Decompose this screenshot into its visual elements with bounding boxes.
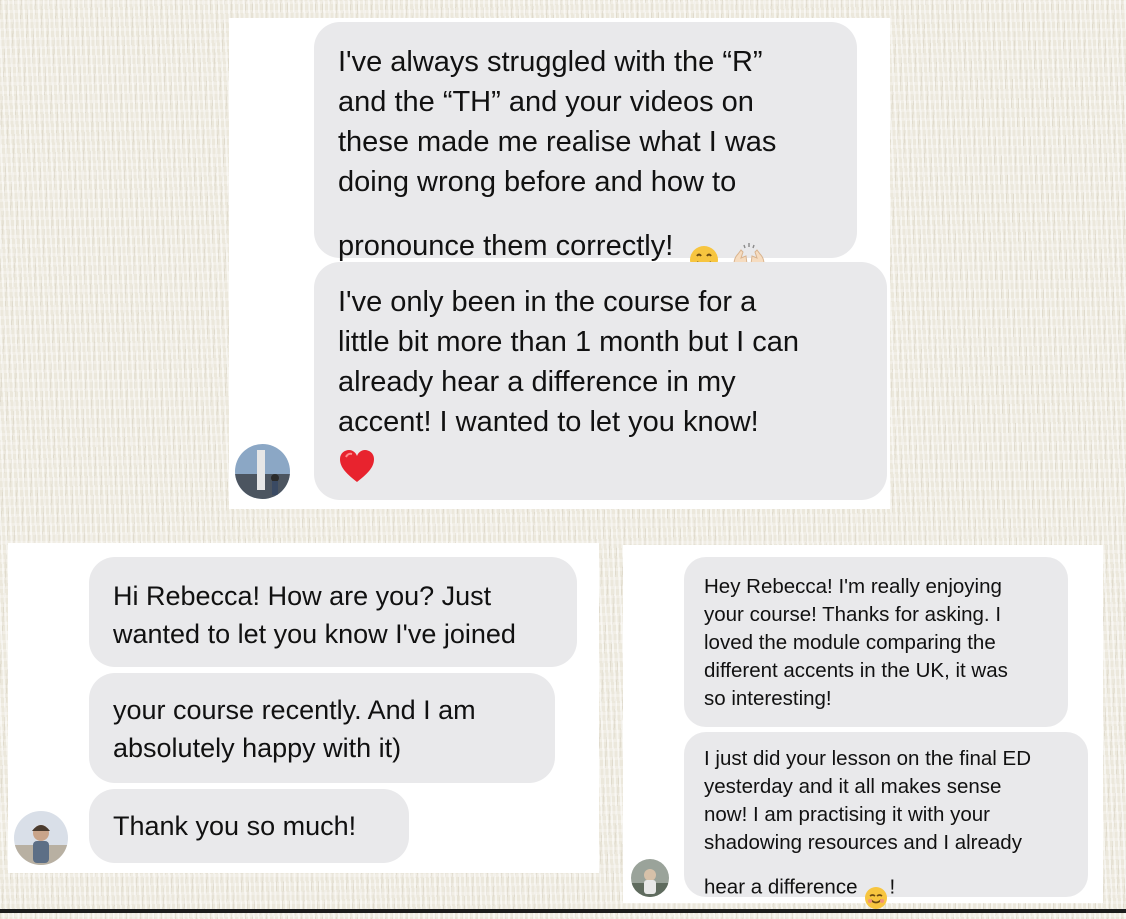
message-bubble-left-3: Thank you so much! [89,789,409,863]
message-text: Thank you so much! [113,811,357,841]
message-bubble-top-1: I've always struggled with the “R” and t… [314,22,857,279]
red-heart-emoji-icon [338,448,376,495]
sender-avatar[interactable] [631,859,669,897]
message-bubble-top-2: I've only been in the course for a littl… [314,262,887,500]
left-chat-panel: Hi Rebecca! How are you? Just wanted to … [8,543,599,873]
bottom-edge-bar [0,909,1126,913]
top-chat-panel: I've always struggled with the “R” and t… [229,18,890,509]
sender-avatar[interactable] [235,444,290,499]
message-text: your course recently. And I am absolutel… [113,695,476,763]
message-text: Hi Rebecca! How are you? Just wanted to … [113,581,516,649]
sender-avatar[interactable] [14,811,68,865]
right-chat-panel: Hey Rebecca! I'm really enjoying your co… [623,545,1103,909]
message-bubble-left-1: Hi Rebecca! How are you? Just wanted to … [89,557,577,667]
message-text: Hey Rebecca! I'm really enjoying your co… [704,575,1008,710]
message-bubble-right-1: Hey Rebecca! I'm really enjoying your co… [684,557,1068,727]
message-bubble-left-2: your course recently. And I am absolutel… [89,673,555,783]
message-text: I've only been in the course for a littl… [338,286,800,438]
message-bubble-right-2: I just did your lesson on the final ED y… [684,732,1088,909]
message-text-suffix: ! [889,875,896,899]
